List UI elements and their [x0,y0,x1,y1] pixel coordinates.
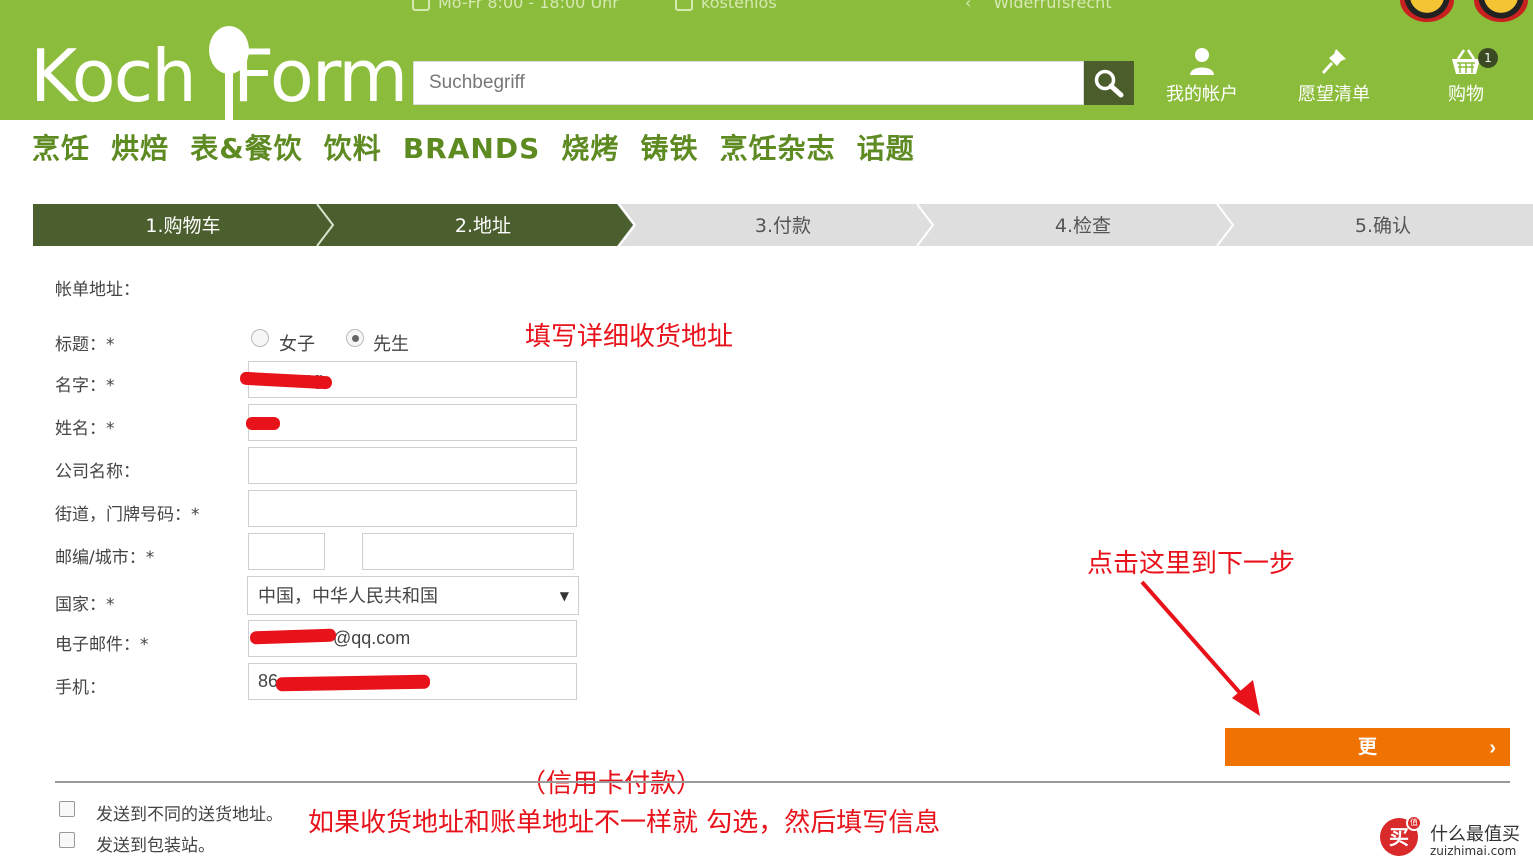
search-bar [413,61,1134,105]
different-shipping-checkbox[interactable] [59,801,75,817]
last-name-label: 姓名：* [55,419,115,439]
step-review-label: 4.检查 [1054,215,1112,237]
nav-item-table-dining[interactable]: 表&餐饮 [190,127,302,167]
pin-icon [1321,49,1346,75]
topbar-returns-text: Widerrufsrecht [993,0,1112,12]
next-step-label: 更 [1357,737,1377,758]
phone-icon [412,0,430,11]
topbar-returns: ‹ Widerrufsrecht [965,0,1112,12]
last-name-field[interactable] [248,404,577,441]
account-link[interactable]: 我的帐户 [1147,46,1257,106]
wishlist-link[interactable]: 愿望清单 [1279,46,1389,106]
nav-item-drinks[interactable]: 饮料 [324,127,382,167]
step-address[interactable]: 2.地址 [333,204,633,246]
redaction-mark [275,674,431,692]
wishlist-label: 愿望清单 [1298,84,1370,105]
salutation-label: 标题：* [55,335,115,355]
topbar-shipping-text: kostenlos [701,0,777,12]
nav-item-grill[interactable]: 烧烤 [561,127,619,167]
zip-city-label: 邮编/城市：* [55,548,155,568]
nav-item-cast-iron[interactable]: 铸铁 [640,127,698,167]
company-label: 公司名称： [55,462,140,482]
annotation-click-next: 点击这里到下一步 [1087,549,1296,579]
step-chevron-icon [916,204,935,246]
cart-label: 购物 [1448,84,1484,105]
nav-item-topics[interactable]: 话题 [857,127,915,167]
street-field[interactable] [248,490,577,527]
step-confirm: 5.确认 [1233,204,1533,246]
section-divider [55,781,1510,783]
step-cart-label: 1.购物车 [145,215,221,237]
search-input[interactable] [413,61,1084,105]
logo-text-koch: Koch [30,34,197,118]
step-chevron-icon [617,204,639,246]
chevron-right-icon: › [1489,737,1496,759]
step-payment: 3.付款 [633,204,933,246]
topbar-hours-text: Mo-Fr 8:00 - 18:00 Uhr [438,0,619,12]
user-icon [1190,48,1214,75]
step-cart[interactable]: 1.购物车 [33,204,333,246]
checkout-steps: 1.购物车 2.地址 3.付款 4.检查 5.确认 [33,204,1533,246]
topbar-shipping: kostenlos [675,0,777,12]
return-arrow-icon: ‹ [965,0,972,12]
step-review: 4.检查 [933,204,1233,246]
dropdown-arrow-icon: ▼ [559,589,569,603]
cart-count-badge: 1 [1478,48,1498,68]
country-select[interactable]: 中国，中华人民共和国 ▼ [247,576,579,615]
account-label: 我的帐户 [1166,84,1238,105]
phone-label: 手机： [55,678,106,698]
step-chevron-icon [1216,204,1235,246]
street-label: 街道，门牌号码：* [55,505,200,525]
watermark-text: 什么最值买 [1430,824,1520,845]
step-confirm-label: 5.确认 [1354,215,1412,237]
country-label: 国家：* [55,595,115,615]
email-label: 电子邮件：* [55,635,149,655]
site-header: Mo-Fr 8:00 - 18:00 Uhr kostenlos ‹ Widerr… [0,0,1533,154]
nav-item-cooking[interactable]: 烹饪 [32,127,90,167]
topbar-hours: Mo-Fr 8:00 - 18:00 Uhr [412,0,619,12]
category-nav: 烹饪 烘焙 表&餐饮 饮料 BRANDS 烧烤 铸铁 烹饪杂志 话题 [32,127,931,167]
different-shipping-label[interactable]: 发送到不同的送货地址。 [96,800,283,825]
company-field[interactable] [248,447,577,484]
city-field[interactable] [362,533,574,570]
site-logo[interactable]: Koch Form [30,26,408,154]
nav-item-baking[interactable]: 烘焙 [111,127,169,167]
radio-female-label[interactable]: 女子 [279,330,315,356]
packstation-label[interactable]: 发送到包装站。 [96,831,215,856]
annotation-different-address: 如果收货地址和账单地址不一样就 勾选，然后填写信息 [308,808,941,838]
redaction-mark [246,417,280,430]
annotation-arrow-icon [1140,580,1260,716]
nav-item-magazine[interactable]: 烹饪杂志 [720,127,836,167]
search-button[interactable] [1084,61,1134,105]
watermark-badge-icon: 值 [1406,815,1422,831]
step-payment-label: 3.付款 [754,215,812,237]
search-icon [1094,69,1124,98]
zip-field[interactable] [248,533,325,570]
radio-male[interactable] [346,329,364,347]
logo-text-form: Form [232,34,408,118]
next-step-button[interactable]: 更 › [1225,728,1510,766]
nav-item-brands[interactable]: BRANDS [403,132,540,165]
annotation-fill-address: 填写详细收货地址 [525,322,734,352]
step-address-label: 2.地址 [454,215,512,237]
packstation-checkbox[interactable] [59,832,75,848]
radio-female[interactable] [251,329,269,347]
online-shop-seal-icon[interactable] [1474,0,1528,22]
country-select-value: 中国，中华人民共和国 [258,586,438,607]
truck-icon [675,0,693,11]
billing-address-title: 帐单地址： [55,280,140,300]
first-name-label: 名字：* [55,376,115,396]
watermark-domain: zuizhimai.com [1430,844,1517,858]
step-chevron-icon [316,204,335,246]
ekomi-seal-icon[interactable] [1400,0,1454,22]
radio-male-label[interactable]: 先生 [373,330,409,356]
cart-link[interactable]: 1 购物 [1411,46,1521,106]
